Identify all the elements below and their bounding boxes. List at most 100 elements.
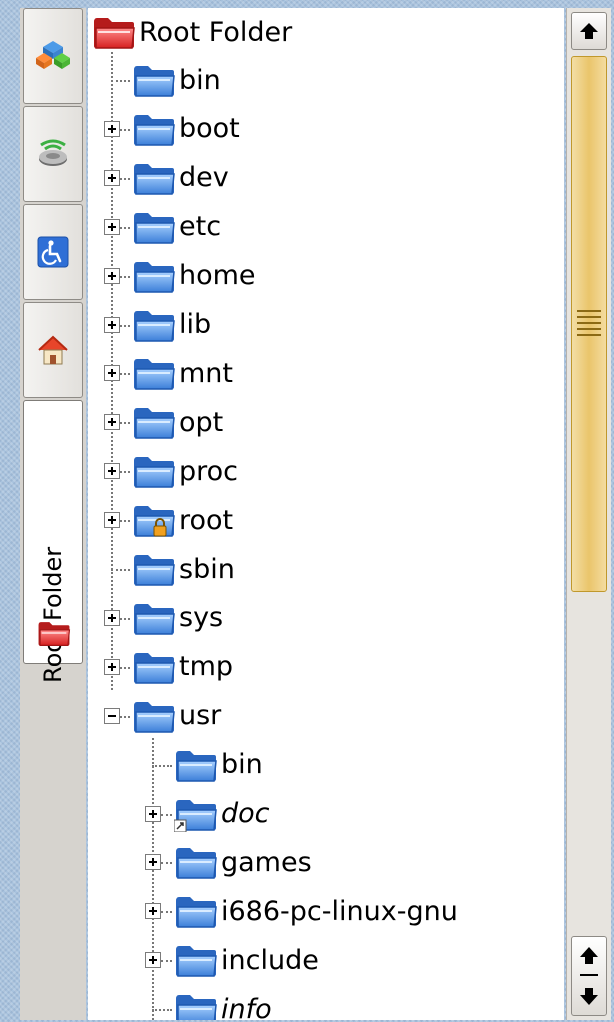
folder-tree: Root Folder bin boot dev etc home lib mnt opt pr… <box>88 8 564 1020</box>
tree-item[interactable]: home <box>132 256 256 296</box>
folder-icon <box>132 600 176 636</box>
tree-item[interactable]: info <box>174 989 272 1020</box>
tree-item[interactable]: etc <box>132 207 221 247</box>
tree-item-label: usr <box>179 700 222 732</box>
folder-icon <box>174 991 218 1020</box>
tree-item[interactable]: include <box>174 940 319 980</box>
tree-connector <box>120 471 130 474</box>
expand-icon[interactable] <box>104 609 120 626</box>
tree-item-label: bin <box>179 64 221 96</box>
tree-item[interactable]: bin <box>132 60 221 100</box>
expand-icon[interactable] <box>104 267 120 284</box>
tree-item[interactable]: root <box>132 500 233 540</box>
red-folder-icon <box>37 617 71 649</box>
tree-connector <box>161 813 172 816</box>
expand-icon[interactable] <box>104 169 120 186</box>
tree-item-label: proc <box>179 455 239 487</box>
expand-icon[interactable] <box>104 658 120 675</box>
scroll-thumb[interactable] <box>571 56 607 592</box>
tree-connector <box>120 128 130 131</box>
tree-item-label: tmp <box>179 651 234 683</box>
tree-item[interactable]: usr <box>132 696 221 736</box>
tree-connector <box>120 520 130 523</box>
tree-item[interactable]: mnt <box>132 353 233 393</box>
tree-item-label: boot <box>179 113 240 145</box>
tree-root-label: Root Folder <box>139 16 293 48</box>
home-icon <box>38 335 68 365</box>
tree-item[interactable]: lib <box>132 305 211 345</box>
tab-network[interactable] <box>23 106 83 202</box>
folder-icon <box>132 62 176 98</box>
folder-icon <box>132 453 176 489</box>
folder-icon <box>132 111 176 147</box>
expand-icon[interactable] <box>104 512 120 529</box>
expand-icon[interactable] <box>104 218 120 235</box>
folder-icon <box>174 942 218 978</box>
tree-item[interactable]: opt <box>132 402 223 442</box>
tree-item[interactable]: dev <box>132 158 229 198</box>
tab-home[interactable] <box>23 302 83 398</box>
tree-connector <box>161 862 172 865</box>
tree-connector <box>161 960 172 963</box>
network-device-icon <box>39 139 67 166</box>
tab-root-folder-label: Root Folder <box>39 546 67 683</box>
tree-item-label: etc <box>179 211 222 243</box>
folder-icon <box>132 160 176 196</box>
tree-item-label: lib <box>179 309 212 340</box>
tree-item-label: doc <box>221 798 270 829</box>
folder-icon <box>132 551 176 587</box>
tree-connector <box>120 275 130 278</box>
vertical-scrollbar[interactable] <box>566 8 611 1020</box>
tab-applications[interactable] <box>23 8 83 104</box>
folder-icon <box>132 649 176 685</box>
accessibility-icon <box>37 236 69 268</box>
expand-icon[interactable] <box>104 316 120 333</box>
expand-icon[interactable] <box>145 854 161 871</box>
tree-item[interactable]: doc <box>174 794 270 834</box>
tree-item[interactable]: games <box>174 842 312 882</box>
folder-icon <box>132 355 176 391</box>
expand-icon[interactable] <box>104 365 120 382</box>
folder-icon <box>132 307 176 343</box>
expand-icon[interactable] <box>104 463 120 480</box>
tree-item-label: info <box>221 993 272 1020</box>
tree-item[interactable]: proc <box>132 451 238 491</box>
scroll-up-button[interactable] <box>571 12 607 50</box>
tree-item[interactable]: boot <box>132 109 240 149</box>
tree-item-label: root <box>179 504 234 536</box>
tab-root-folder[interactable]: Root Folder <box>23 400 83 683</box>
tree-item-label: dev <box>179 162 229 194</box>
expand-icon[interactable] <box>145 952 161 969</box>
tree-guide-line <box>152 738 154 1020</box>
tree-root[interactable]: Root Folder <box>92 12 292 52</box>
tree-item-label: home <box>179 260 256 292</box>
tab-accessibility[interactable] <box>23 204 83 300</box>
applications-blocks-icon <box>36 41 70 69</box>
tree-item[interactable]: i686-pc-linux-gnu <box>174 891 458 931</box>
tree-item-label: bin <box>221 749 263 781</box>
tree-item-label: opt <box>179 406 224 438</box>
tree-connector <box>152 1009 172 1012</box>
tree-connector <box>120 226 130 229</box>
tree-item-label: games <box>221 846 312 878</box>
tree-item[interactable]: sys <box>132 598 223 638</box>
arrow-up-icon <box>580 23 598 39</box>
folder-icon <box>132 258 176 294</box>
collapse-icon[interactable] <box>104 707 120 724</box>
expand-icon[interactable] <box>104 414 120 431</box>
expand-icon[interactable] <box>104 120 120 137</box>
tree-item[interactable]: sbin <box>132 549 235 589</box>
tree-connector <box>120 666 130 669</box>
tree-item-label: sys <box>179 602 224 634</box>
scroll-step-buttons[interactable] <box>571 936 607 1016</box>
folder-icon <box>132 209 176 245</box>
locked-folder-icon <box>132 502 176 538</box>
expand-icon[interactable] <box>145 805 161 822</box>
folder-icon <box>174 747 218 783</box>
tree-connector <box>120 422 130 425</box>
tree-connector <box>120 324 130 327</box>
tree-connector <box>120 373 130 376</box>
expand-icon[interactable] <box>145 903 161 920</box>
tree-item[interactable]: bin <box>174 745 263 785</box>
tree-item[interactable]: tmp <box>132 647 233 687</box>
